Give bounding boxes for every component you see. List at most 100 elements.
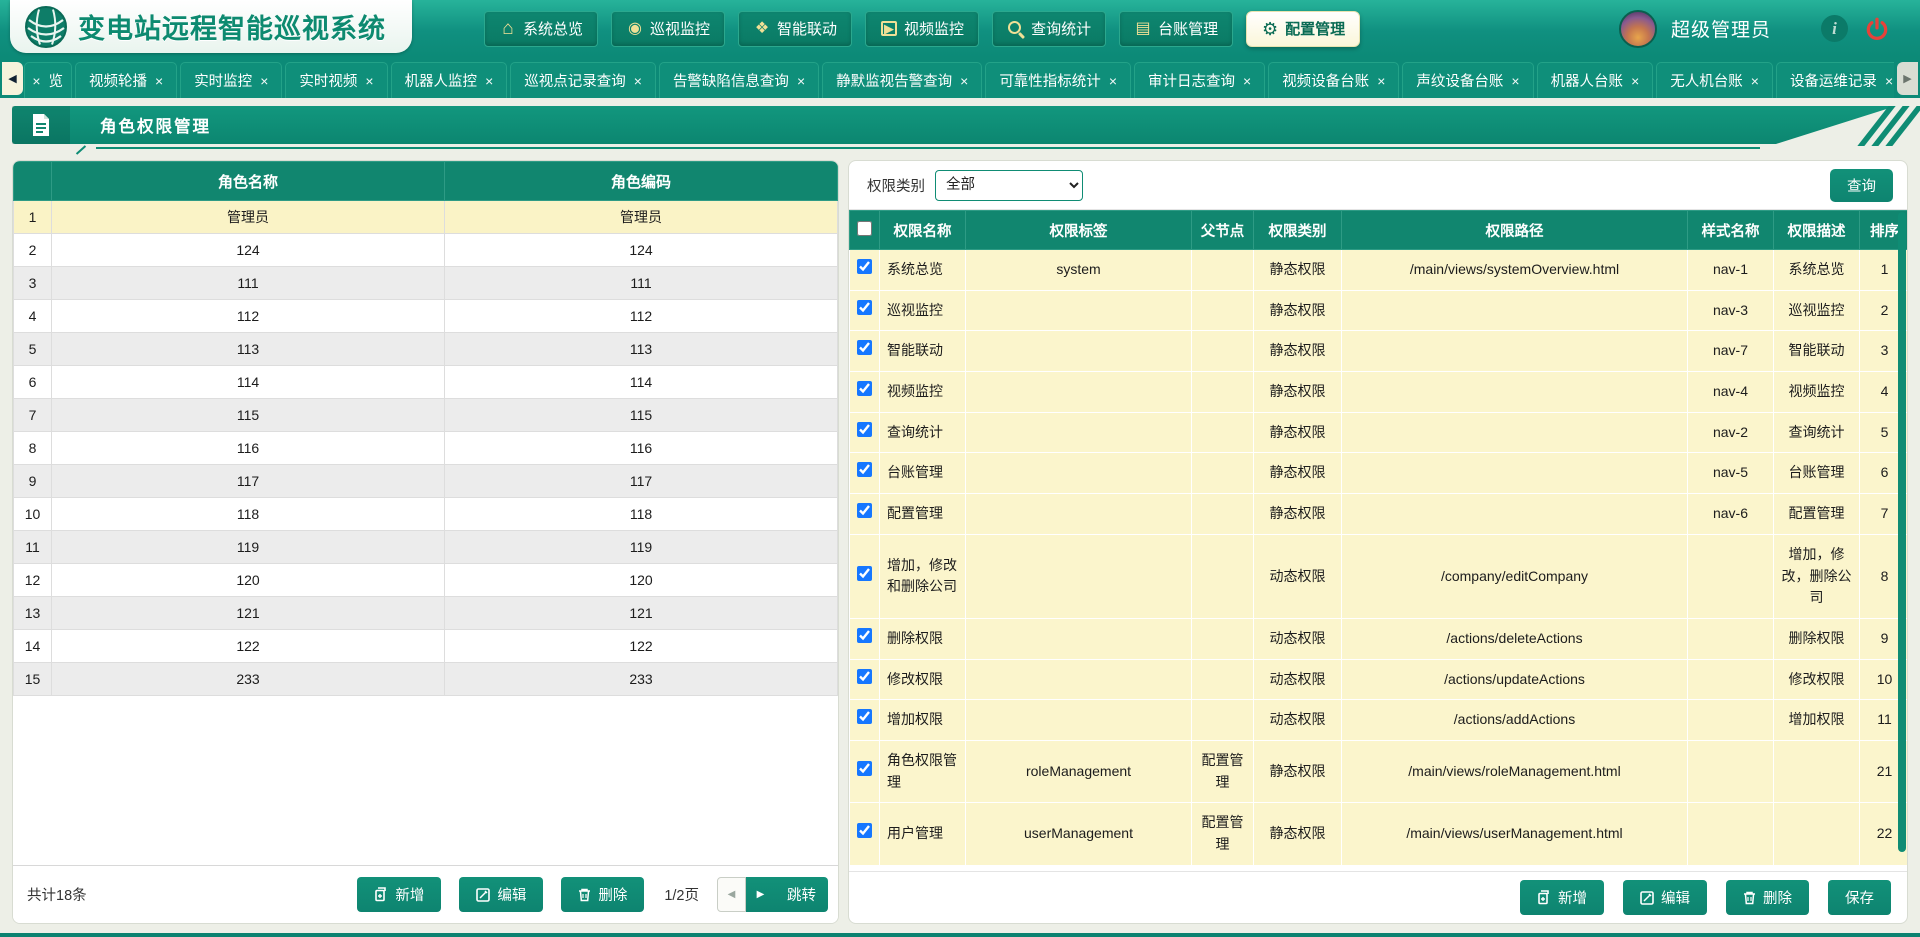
permission-table-row[interactable]: 查询统计 静态权限 nav-2 查询统计 5 <box>850 412 1908 453</box>
nav-item[interactable]: 智能联动 <box>738 11 852 47</box>
tab-item[interactable]: 可靠性指标统计 <box>985 62 1131 98</box>
tab-close-icon[interactable] <box>155 74 163 88</box>
tab-item[interactable]: 视频设备台账 <box>1268 62 1399 98</box>
nav-item[interactable]: 配置管理 <box>1246 11 1360 47</box>
role-table-row[interactable]: 5 113 113 <box>14 333 838 366</box>
select-all-checkbox[interactable] <box>857 221 872 236</box>
permission-table-row[interactable]: 智能联动 静态权限 nav-7 智能联动 3 <box>850 331 1908 372</box>
permission-table-row[interactable]: 用户管理 userManagement 配置管理 静态权限 /main/view… <box>850 803 1908 865</box>
info-icon[interactable] <box>1821 15 1848 42</box>
tab-close-icon[interactable] <box>634 74 642 88</box>
user-avatar[interactable] <box>1619 10 1657 48</box>
next-page-button[interactable] <box>746 877 775 912</box>
permission-delete-button[interactable]: 删除 <box>1726 880 1809 915</box>
tab-item[interactable]: 机器人监控 <box>391 62 508 98</box>
tab-close-icon[interactable] <box>1511 74 1519 88</box>
role-table-row[interactable]: 9 117 117 <box>14 465 838 498</box>
tab-item[interactable]: 无人机台账 <box>1656 62 1773 98</box>
permission-edit-button[interactable]: 编辑 <box>1623 880 1707 915</box>
tab-scroll-right-button[interactable] <box>1897 62 1918 95</box>
row-checkbox[interactable] <box>857 566 872 581</box>
permission-table-row[interactable]: 台账管理 静态权限 nav-5 台账管理 6 <box>850 453 1908 494</box>
role-table-row[interactable]: 10 118 118 <box>14 498 838 531</box>
tab-close-icon[interactable] <box>1885 74 1893 88</box>
role-table-row[interactable]: 12 120 120 <box>14 564 838 597</box>
perm-name-cell: 查询统计 <box>880 412 966 453</box>
role-table-row[interactable]: 8 116 116 <box>14 432 838 465</box>
tab-close-icon[interactable] <box>960 74 968 88</box>
permission-type-select[interactable]: 全部 <box>935 170 1083 201</box>
tab-item[interactable]: 实时视频 <box>285 62 387 98</box>
nav-item[interactable]: 台账管理 <box>1119 11 1233 47</box>
tab-item[interactable]: 览 <box>24 62 72 98</box>
search-button[interactable]: 查询 <box>1830 169 1893 202</box>
role-table-row[interactable]: 6 114 114 <box>14 366 838 399</box>
role-table-row[interactable]: 2 124 124 <box>14 234 838 267</box>
tab-item[interactable]: 告警缺陷信息查询 <box>659 62 819 98</box>
tab-item[interactable]: 设备运维记录 <box>1776 62 1894 98</box>
role-add-button[interactable]: 新增 <box>357 877 441 912</box>
permission-table-row[interactable]: 角色权限管理 roleManagement 配置管理 静态权限 /main/vi… <box>850 740 1908 802</box>
nav-item[interactable]: 巡视监控 <box>611 11 725 47</box>
permission-table-row[interactable]: 巡视监控 静态权限 nav-3 巡视监控 2 <box>850 290 1908 331</box>
tab-item[interactable]: 实时监控 <box>180 62 282 98</box>
row-checkbox[interactable] <box>857 340 872 355</box>
tab-close-icon[interactable] <box>797 74 805 88</box>
role-table-row[interactable]: 15 233 233 <box>14 663 838 696</box>
nav-item[interactable]: 查询统计 <box>992 11 1106 47</box>
tab-item[interactable]: 巡视点记录查询 <box>510 62 656 98</box>
role-edit-button[interactable]: 编辑 <box>459 877 543 912</box>
logout-power-icon[interactable] <box>1862 14 1892 44</box>
permission-table-row[interactable]: 配置管理 静态权限 nav-6 配置管理 7 <box>850 494 1908 535</box>
permission-table-row[interactable]: 修改权限 动态权限 /actions/updateActions 修改权限 10 <box>850 659 1908 700</box>
role-table-row[interactable]: 14 122 122 <box>14 630 838 663</box>
tab-close-icon[interactable] <box>485 74 493 88</box>
tab-close-icon[interactable] <box>32 74 40 88</box>
row-checkbox[interactable] <box>857 709 872 724</box>
row-checkbox[interactable] <box>857 422 872 437</box>
role-delete-button[interactable]: 删除 <box>561 877 644 912</box>
tab-item[interactable]: 视频轮播 <box>75 62 177 98</box>
tab-close-icon[interactable] <box>365 74 373 88</box>
role-table-row[interactable]: 4 112 112 <box>14 300 838 333</box>
tab-close-icon[interactable] <box>260 74 268 88</box>
perm-type-cell: 静态权限 <box>1254 412 1342 453</box>
tab-item[interactable]: 审计日志查询 <box>1134 62 1265 98</box>
tab-item[interactable]: 机器人台账 <box>1537 62 1654 98</box>
row-checkbox[interactable] <box>857 628 872 643</box>
permission-table-row[interactable]: 视频监控 静态权限 nav-4 视频监控 4 <box>850 372 1908 413</box>
table-scrollbar[interactable] <box>1898 212 1906 852</box>
tab-close-icon[interactable] <box>1109 74 1117 88</box>
tab-item[interactable]: 静默监视告警查询 <box>822 62 982 98</box>
role-table-row[interactable]: 7 115 115 <box>14 399 838 432</box>
role-table-row[interactable]: 3 111 111 <box>14 267 838 300</box>
nav-item[interactable]: 系统总览 <box>484 11 598 47</box>
role-table-row[interactable]: 1 管理员 管理员 <box>14 201 838 234</box>
nav-item[interactable]: 视频监控 <box>865 11 979 47</box>
tab-close-icon[interactable] <box>1751 74 1759 88</box>
permission-add-button[interactable]: 新增 <box>1520 880 1604 915</box>
save-button[interactable]: 保存 <box>1828 880 1891 915</box>
row-checkbox[interactable] <box>857 761 872 776</box>
row-checkbox[interactable] <box>857 669 872 684</box>
row-checkbox[interactable] <box>857 259 872 274</box>
tab-item[interactable]: 声纹设备台账 <box>1402 62 1533 98</box>
prev-page-button[interactable] <box>717 877 746 912</box>
tab-close-icon[interactable] <box>1243 74 1251 88</box>
permission-table-row[interactable]: 系统总览 system 静态权限 /main/views/systemOverv… <box>850 250 1908 291</box>
role-table-row[interactable]: 13 121 121 <box>14 597 838 630</box>
tab-scroll-left-button[interactable] <box>2 62 23 95</box>
role-table-row[interactable]: 11 119 119 <box>14 531 838 564</box>
tab-close-icon[interactable] <box>1631 74 1639 88</box>
row-checkbox[interactable] <box>857 300 872 315</box>
row-checkbox[interactable] <box>857 823 872 838</box>
permission-table-row[interactable]: 增加权限 动态权限 /actions/addActions 增加权限 11 <box>850 700 1908 741</box>
row-checkbox[interactable] <box>857 381 872 396</box>
perm-style-cell <box>1688 659 1774 700</box>
row-checkbox[interactable] <box>857 462 872 477</box>
permission-table-row[interactable]: 删除权限 动态权限 /actions/deleteActions 删除权限 9 <box>850 618 1908 659</box>
jump-page-button[interactable]: 跳转 <box>775 877 828 912</box>
tab-close-icon[interactable] <box>1377 74 1385 88</box>
row-checkbox[interactable] <box>857 503 872 518</box>
permission-table-row[interactable]: 增加，修改和删除公司 动态权限 /company/editCompany 增加，… <box>850 534 1908 618</box>
